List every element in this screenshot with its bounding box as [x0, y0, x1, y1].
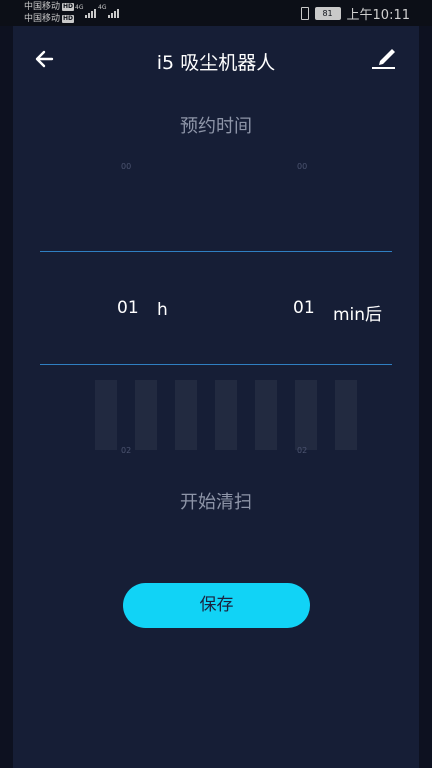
picker-scroll-shadow — [95, 380, 415, 450]
start-cleaning-label: 开始清扫 — [180, 492, 252, 513]
edit-button[interactable] — [368, 42, 400, 74]
network-2-label: 4G — [98, 4, 107, 11]
hd-badge-2: HD — [62, 15, 75, 23]
minute-picker-below[interactable]: 02 — [297, 446, 307, 455]
minute-picker-value[interactable]: 01 — [293, 298, 315, 318]
battery-icon: 81 — [314, 6, 341, 20]
carrier-2-name: 中国移动 — [24, 14, 61, 24]
picker-divider-bottom — [40, 364, 392, 365]
minute-unit-label: min后 — [333, 305, 383, 325]
status-bar: 中国移动 HD 中国移动 HD 4G 4G 81 上午10:11 — [0, 0, 432, 26]
minute-picker-above[interactable]: 00 — [297, 162, 307, 171]
save-button[interactable]: 保存 — [123, 583, 310, 628]
hour-unit-label: h — [157, 300, 168, 320]
clock: 上午10:11 — [346, 7, 410, 23]
picker-divider-top — [40, 251, 392, 252]
vibrate-icon — [300, 6, 309, 20]
status-right: 81 上午10:11 — [300, 4, 410, 23]
app-screen: 中国移动 HD 中国移动 HD 4G 4G 81 上午10:11 i5 吸尘机器… — [0, 0, 432, 768]
signal-2-icon: 4G — [98, 4, 120, 18]
schedule-title: 预约时间 — [180, 116, 252, 137]
hour-picker-below[interactable]: 02 — [121, 446, 131, 455]
carrier-2: 中国移动 HD — [24, 14, 75, 24]
carrier-1-name: 中国移动 — [24, 2, 61, 12]
hd-badge-1: HD — [62, 3, 75, 11]
hour-picker-value[interactable]: 01 — [117, 298, 139, 318]
network-1-label: 4G — [75, 4, 84, 11]
carrier-1: 中国移动 HD — [24, 2, 75, 12]
hour-picker-above[interactable]: 00 — [121, 162, 131, 171]
pencil-icon — [372, 49, 395, 69]
signal-1-icon: 4G — [75, 4, 97, 18]
